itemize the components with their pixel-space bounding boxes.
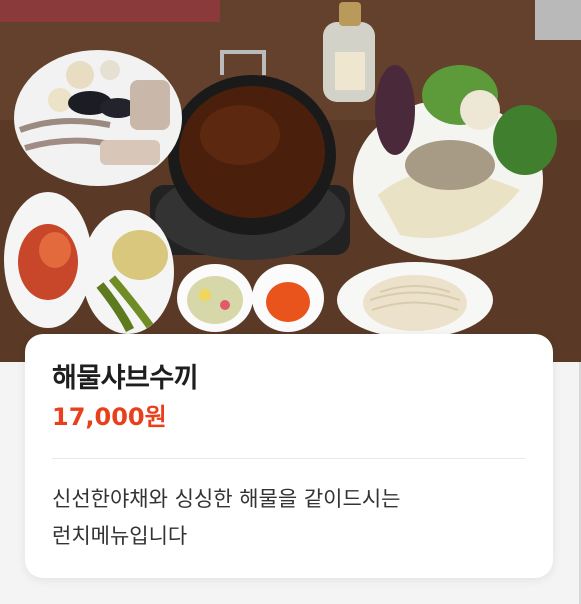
- menu-item-price: 17,000원: [52, 403, 167, 431]
- menu-item-photo: [0, 0, 581, 362]
- divider: [52, 458, 525, 459]
- menu-item-card[interactable]: 해물샤브수끼 17,000원 신선한야채와 싱싱한 해물을 같이드시는 런치메뉴…: [25, 334, 553, 578]
- menu-item-title: 해물샤브수끼: [52, 363, 199, 394]
- menu-item-description: 신선한야채와 싱싱한 해물을 같이드시는 런치메뉴입니다: [52, 487, 401, 548]
